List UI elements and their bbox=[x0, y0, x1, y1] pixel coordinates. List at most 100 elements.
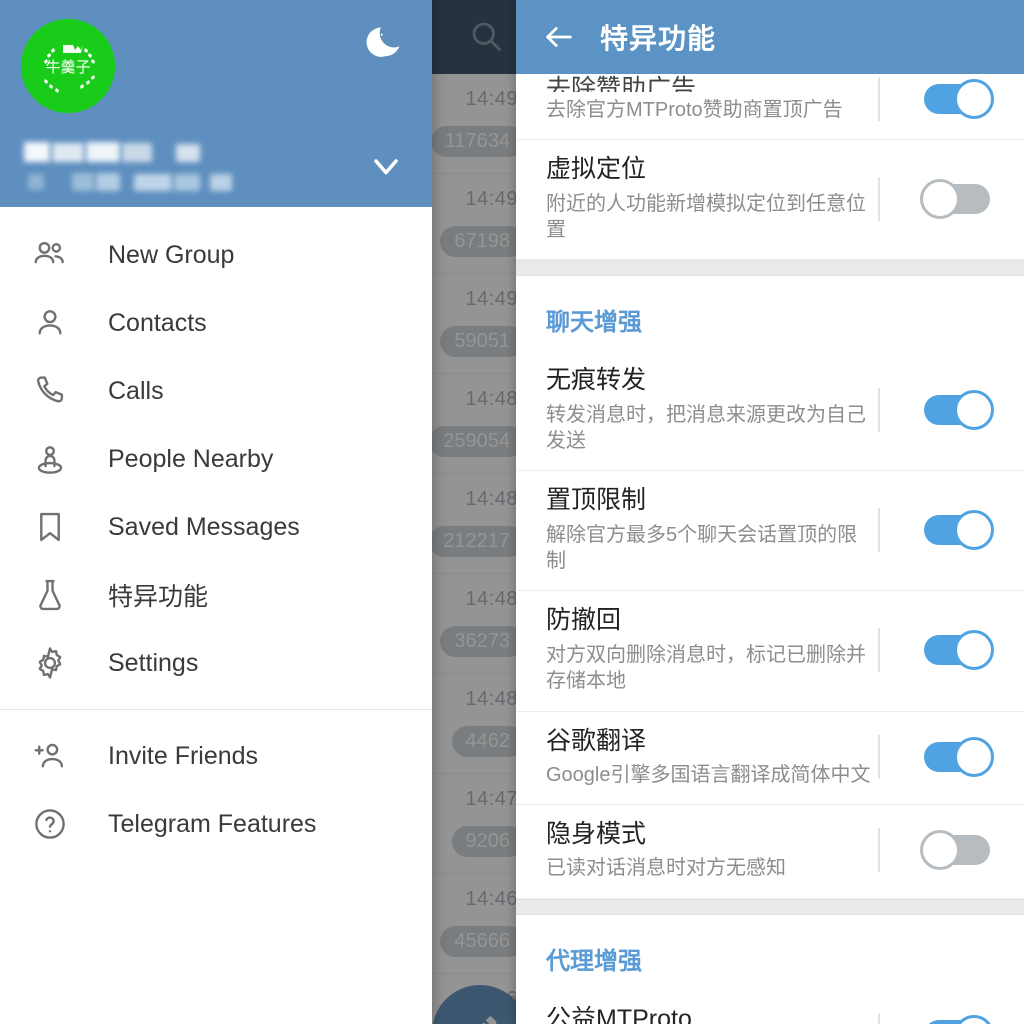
setting-toggle[interactable] bbox=[924, 1015, 994, 1024]
setting-toggle[interactable] bbox=[924, 78, 994, 119]
setting-title: 去除赞助广告 bbox=[546, 75, 697, 92]
drawer-header: 牛羹子 bbox=[0, 0, 432, 207]
drawer-item-special-features[interactable]: 特异功能 bbox=[0, 561, 432, 629]
drawer-item-contacts[interactable]: Contacts bbox=[0, 289, 432, 357]
svg-text:牛羹子: 牛羹子 bbox=[45, 58, 90, 76]
control-divider bbox=[878, 734, 880, 779]
setting-toggle[interactable] bbox=[924, 389, 994, 430]
setting-row-stealth-mode[interactable]: 隐身模式 已读对话消息时对方无感知 bbox=[516, 805, 1024, 899]
contacts-icon bbox=[24, 303, 76, 343]
gear-icon bbox=[24, 643, 76, 683]
drawer-item-calls[interactable]: Calls bbox=[0, 357, 432, 425]
setting-control bbox=[878, 387, 1024, 432]
invite-friends-icon bbox=[24, 736, 76, 776]
setting-subtitle: 附近的人功能新增模拟定位到任意位置 bbox=[546, 192, 866, 242]
setting-row-remove-sponsored[interactable]: 去除赞助广告 去除官方MTProto赞助商置顶广告 bbox=[516, 74, 1024, 141]
setting-row-texts: 公益MTProto 自动同步免费公益Telegtam代理 bbox=[516, 1004, 878, 1024]
setting-subtitle: 对方双向删除消息时，标记已删除并存储本地 bbox=[546, 643, 866, 693]
drawer-item-telegram-features[interactable]: Telegram Features bbox=[0, 790, 432, 858]
setting-row-virtual-location[interactable]: 虚拟定位 附近的人功能新增模拟定位到任意位置 bbox=[516, 140, 1024, 261]
drawer-separator bbox=[0, 709, 432, 710]
control-divider bbox=[878, 176, 880, 221]
setting-control bbox=[878, 76, 1024, 121]
settings-body: 去除赞助广告 去除官方MTProto赞助商置顶广告 虚拟定位 附近的人功能新增模… bbox=[516, 74, 1024, 1024]
setting-subtitle: 已读对话消息时对方无感知 bbox=[546, 857, 786, 880]
setting-row-silent-forward[interactable]: 无痕转发 转发消息时，把消息来源更改为自己发送 bbox=[516, 351, 1024, 472]
setting-subtitle: Google引擎多国语言翻译成简体中文 bbox=[546, 763, 871, 786]
navigation-drawer: 牛羹子 New Group Contacts Calls People Near… bbox=[0, 0, 432, 1024]
people-nearby-icon bbox=[24, 439, 76, 479]
drawer-item-label: New Group bbox=[108, 240, 235, 269]
setting-row-google-translate[interactable]: 谷歌翻译 Google引擎多国语言翻译成简体中文 bbox=[516, 711, 1024, 806]
account-name-blurred bbox=[24, 142, 274, 191]
app-root: 14:49 117634 14:49 67198 14:49 59051 14:… bbox=[0, 0, 1024, 1024]
control-divider bbox=[878, 76, 880, 121]
setting-row-texts: 谷歌翻译 Google引擎多国语言翻译成简体中文 bbox=[516, 726, 878, 789]
flask-icon bbox=[24, 575, 76, 615]
setting-toggle[interactable] bbox=[924, 509, 994, 550]
setting-subtitle: 转发消息时，把消息来源更改为自己发送 bbox=[546, 403, 866, 453]
page-title: 特异功能 bbox=[600, 23, 717, 54]
drawer-item-people-nearby[interactable]: People Nearby bbox=[0, 425, 432, 493]
setting-row-texts: 虚拟定位 附近的人功能新增模拟定位到任意位置 bbox=[516, 154, 878, 243]
drawer-item-label: 特异功能 bbox=[108, 583, 209, 611]
setting-row-anti-recall[interactable]: 防撤回 对方双向删除消息时，标记已删除并存储本地 bbox=[516, 591, 1024, 712]
setting-control bbox=[878, 828, 1024, 873]
new-group-icon bbox=[24, 235, 76, 275]
toggle-knob bbox=[954, 1015, 994, 1024]
setting-title: 谷歌翻译 bbox=[546, 726, 647, 755]
setting-control bbox=[878, 1013, 1024, 1024]
calls-icon bbox=[24, 371, 76, 411]
setting-subtitle: 去除官方MTProto赞助商置顶广告 bbox=[546, 99, 843, 121]
setting-title: 隐身模式 bbox=[546, 820, 647, 849]
section-title-chat: 聊天增强 bbox=[516, 276, 1024, 352]
drawer-item-label: Invite Friends bbox=[108, 741, 259, 770]
setting-toggle[interactable] bbox=[924, 630, 994, 670]
control-divider bbox=[878, 387, 880, 432]
drawer-item-new-group[interactable]: New Group bbox=[0, 221, 432, 289]
setting-toggle[interactable] bbox=[924, 736, 994, 777]
back-arrow-icon[interactable] bbox=[538, 16, 580, 58]
control-divider bbox=[878, 507, 880, 552]
drawer-item-settings[interactable]: Settings bbox=[0, 629, 432, 697]
drawer-item-label: Telegram Features bbox=[108, 809, 317, 838]
setting-control bbox=[878, 176, 1024, 221]
toggle-knob bbox=[954, 78, 994, 119]
drawer-item-label: People Nearby bbox=[108, 444, 274, 473]
setting-control bbox=[878, 628, 1024, 672]
setting-toggle[interactable] bbox=[920, 178, 990, 219]
saved-messages-icon bbox=[24, 507, 76, 547]
setting-title: 无痕转发 bbox=[546, 366, 647, 395]
setting-subtitle: 解除官方最多5个聊天会话置顶的限制 bbox=[546, 523, 858, 573]
setting-title: 虚拟定位 bbox=[546, 155, 647, 184]
drawer-item-invite-friends[interactable]: Invite Friends bbox=[0, 722, 432, 790]
drawer-item-saved-messages[interactable]: Saved Messages bbox=[0, 493, 432, 561]
section-divider bbox=[516, 260, 1024, 277]
setting-row-texts: 无痕转发 转发消息时，把消息来源更改为自己发送 bbox=[516, 365, 878, 454]
setting-row-texts: 隐身模式 已读对话消息时对方无感知 bbox=[516, 819, 878, 882]
drawer-item-label: Contacts bbox=[108, 308, 207, 337]
section-divider bbox=[516, 898, 1024, 915]
chevron-down-icon[interactable] bbox=[366, 146, 406, 186]
setting-title: 防撤回 bbox=[546, 606, 622, 635]
setting-toggle[interactable] bbox=[920, 830, 990, 871]
setting-title: 公益MTProto bbox=[546, 1004, 692, 1024]
avatar[interactable]: 牛羹子 bbox=[21, 19, 115, 113]
toggle-knob bbox=[954, 509, 994, 550]
settings-header: 特异功能 bbox=[516, 0, 1024, 74]
setting-control bbox=[878, 507, 1024, 552]
setting-row-texts: 置顶限制 解除官方最多5个聊天会话置顶的限制 bbox=[516, 485, 878, 574]
toggle-knob bbox=[954, 736, 994, 777]
moon-icon[interactable] bbox=[364, 20, 406, 62]
control-divider bbox=[878, 828, 880, 873]
setting-control bbox=[878, 734, 1024, 779]
setting-row-texts: 防撤回 对方双向删除消息时，标记已删除并存储本地 bbox=[516, 605, 878, 694]
toggle-knob bbox=[920, 178, 960, 219]
setting-title: 置顶限制 bbox=[546, 486, 647, 515]
setting-row-pin-limit[interactable]: 置顶限制 解除官方最多5个聊天会话置顶的限制 bbox=[516, 471, 1024, 592]
setting-row-public-mtproto[interactable]: 公益MTProto 自动同步免费公益Telegtam代理 bbox=[516, 989, 1024, 1024]
control-divider bbox=[878, 1013, 880, 1024]
drawer-item-label: Calls bbox=[108, 376, 164, 405]
drawer-item-label: Saved Messages bbox=[108, 512, 300, 541]
toggle-knob bbox=[954, 389, 994, 430]
